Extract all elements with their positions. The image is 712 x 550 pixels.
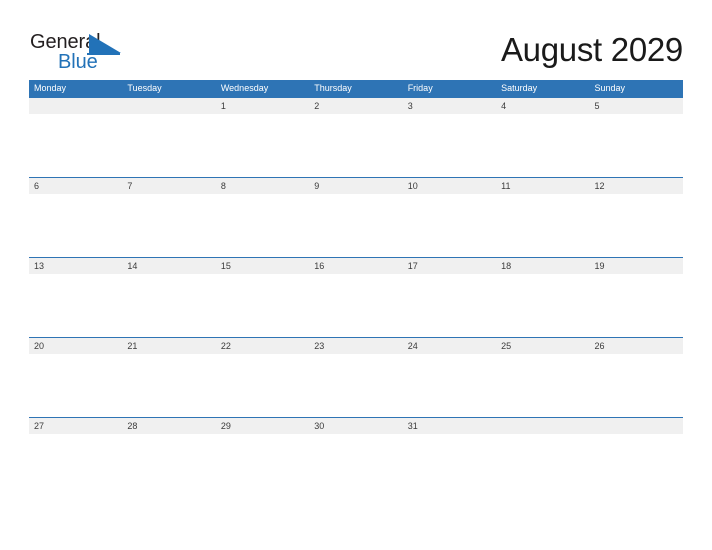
day-cell[interactable]: 2	[309, 98, 402, 114]
weekday-header-thursday: Thursday	[314, 83, 352, 93]
week-note-area[interactable]	[29, 114, 683, 177]
day-cell[interactable]: 22	[216, 338, 309, 354]
day-cell[interactable]: 26	[590, 338, 683, 354]
weekday-header-row: Monday Tuesday Wednesday Thursday Friday…	[29, 80, 683, 97]
day-cell[interactable]: 25	[496, 338, 589, 354]
day-cell[interactable]: 11	[496, 178, 589, 194]
day-cell[interactable]: 6	[29, 178, 122, 194]
day-cell[interactable]: 21	[122, 338, 215, 354]
weekday-header-friday: Friday	[407, 83, 433, 93]
day-cell[interactable]: 17	[403, 258, 496, 274]
week-note-area[interactable]	[29, 434, 683, 497]
week-note-area[interactable]	[29, 194, 683, 257]
page-header: General Blue August 2029	[0, 0, 712, 80]
weekday-header-wednesday: Wednesday	[220, 83, 269, 93]
day-cell[interactable]: 13	[29, 258, 122, 274]
week-date-band: 20 21 22 23 24 25 26	[29, 337, 683, 354]
week-row: 6 7 8 9 10 11 12	[29, 177, 683, 257]
week-date-band: 27 28 29 30 31	[29, 417, 683, 434]
day-cell[interactable]: 5	[590, 98, 683, 114]
day-cell[interactable]: 7	[122, 178, 215, 194]
week-row: 1 2 3 4 5	[29, 97, 683, 177]
week-row: 13 14 15 16 17 18 19	[29, 257, 683, 337]
calendar-grid: Monday Tuesday Wednesday Thursday Friday…	[29, 80, 683, 497]
week-date-band: 6 7 8 9 10 11 12	[29, 177, 683, 194]
day-cell[interactable]: 20	[29, 338, 122, 354]
day-cell[interactable]: 30	[309, 418, 402, 434]
day-cell[interactable]: 16	[309, 258, 402, 274]
day-cell[interactable]: 23	[309, 338, 402, 354]
day-cell[interactable]: 14	[122, 258, 215, 274]
page-title: August 2029	[500, 31, 683, 68]
week-date-band: 1 2 3 4 5	[29, 97, 683, 114]
day-cell[interactable]: 31	[403, 418, 496, 434]
week-row: 27 28 29 30 31	[29, 417, 683, 497]
day-cell[interactable]: 1	[216, 98, 309, 114]
day-cell[interactable]: 29	[216, 418, 309, 434]
day-cell[interactable]: 18	[496, 258, 589, 274]
week-row: 20 21 22 23 24 25 26	[29, 337, 683, 417]
day-cell[interactable]: 8	[216, 178, 309, 194]
day-cell[interactable]	[590, 418, 683, 434]
day-cell[interactable]: 15	[216, 258, 309, 274]
day-cell[interactable]: 10	[403, 178, 496, 194]
week-note-area[interactable]	[29, 274, 683, 337]
day-cell[interactable]	[122, 98, 215, 114]
day-cell[interactable]: 3	[403, 98, 496, 114]
weekday-header-tuesday: Tuesday	[127, 83, 162, 93]
day-cell[interactable]	[496, 418, 589, 434]
logo-word-blue: Blue	[58, 51, 98, 73]
day-cell[interactable]: 9	[309, 178, 402, 194]
day-cell[interactable]	[29, 98, 122, 114]
weekday-header-sunday: Sunday	[594, 83, 626, 93]
day-cell[interactable]: 24	[403, 338, 496, 354]
day-cell[interactable]: 27	[29, 418, 122, 434]
general-blue-logo[interactable]: General Blue	[30, 32, 130, 72]
week-note-area[interactable]	[29, 354, 683, 417]
day-cell[interactable]: 19	[590, 258, 683, 274]
day-cell[interactable]: 12	[590, 178, 683, 194]
day-cell[interactable]: 28	[122, 418, 215, 434]
weekday-header-saturday: Saturday	[501, 83, 538, 93]
day-cell[interactable]: 4	[496, 98, 589, 114]
weekday-header-monday: Monday	[34, 83, 67, 93]
week-date-band: 13 14 15 16 17 18 19	[29, 257, 683, 274]
